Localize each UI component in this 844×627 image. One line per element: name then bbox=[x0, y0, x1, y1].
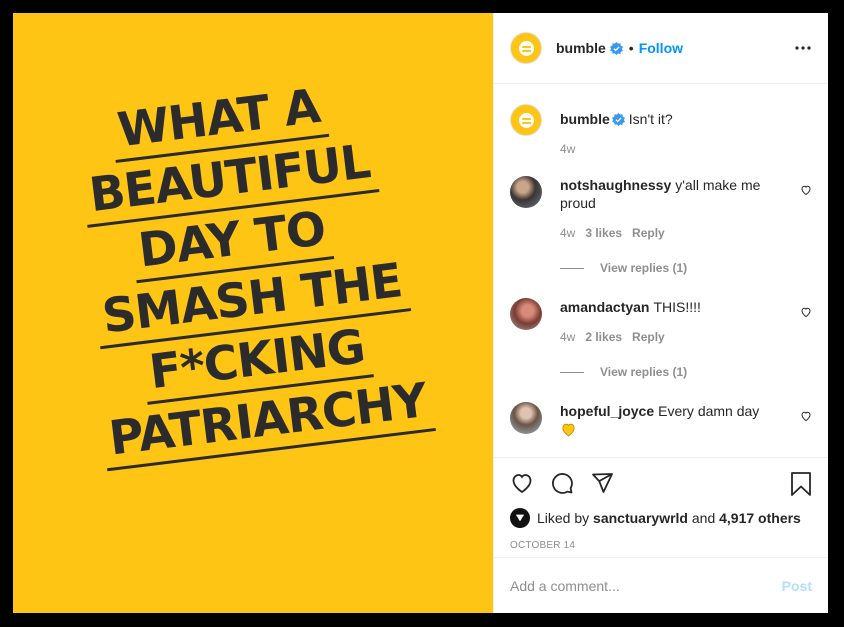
post-actions: Liked by sanctuarywrld and 4,917 others … bbox=[494, 457, 828, 557]
verified-badge-icon bbox=[611, 113, 625, 126]
caption-age[interactable]: 4w bbox=[560, 142, 575, 156]
caption: bumble Isn't it? 4w bbox=[510, 104, 812, 176]
action-icon-row bbox=[510, 468, 812, 498]
comment-body: amandactyan THIS!!!! 4w 2 likes Reply bbox=[560, 298, 780, 344]
add-comment-bar: Post bbox=[494, 557, 828, 613]
comment-text: Every damn day bbox=[658, 403, 760, 419]
post-modal: WHAT A BEAUTIFUL DAY TO SMASH THE F*CKIN… bbox=[13, 13, 828, 613]
caption-text: Isn't it? bbox=[628, 111, 673, 127]
reply-button[interactable]: Reply bbox=[632, 330, 665, 344]
poster-text: WHAT A BEAUTIFUL DAY TO SMASH THE F*CKIN… bbox=[71, 60, 493, 472]
comment-text-row: amandactyan THIS!!!! bbox=[560, 298, 780, 316]
liked-by-prefix: Liked by bbox=[537, 510, 590, 526]
liked-by-row: Liked by sanctuarywrld and 4,917 others bbox=[510, 508, 812, 528]
comment-thread: notshaughnessy y'all make me proud 4w 3 li… bbox=[510, 176, 812, 298]
comment-meta: 4w 3 likes Reply bbox=[560, 226, 780, 240]
reply-button[interactable]: Reply bbox=[632, 226, 665, 240]
comment-input[interactable] bbox=[510, 577, 782, 594]
post-image[interactable]: WHAT A BEAUTIFUL DAY TO SMASH THE F*CKIN… bbox=[13, 13, 493, 613]
liked-by-avatar-icon bbox=[515, 514, 525, 522]
comment-likes[interactable]: 3 likes bbox=[585, 226, 622, 240]
comment-username[interactable]: notshaughnessy bbox=[560, 177, 671, 193]
comment-body: hopeful_joyce Every damn day bbox=[560, 402, 780, 443]
comment-age[interactable]: 4w bbox=[560, 330, 575, 344]
comment-username[interactable]: amandactyan bbox=[560, 299, 649, 315]
liked-by-user[interactable]: sanctuarywrld bbox=[593, 510, 688, 526]
view-replies-button[interactable]: View replies (1) bbox=[560, 261, 812, 275]
like-comment-heart-icon[interactable] bbox=[800, 184, 812, 196]
view-replies-label: View replies (1) bbox=[600, 365, 688, 379]
separator-dot: • bbox=[628, 40, 634, 56]
avatar[interactable] bbox=[510, 298, 542, 330]
comment-likes[interactable]: 2 likes bbox=[585, 330, 622, 344]
more-options-icon[interactable] bbox=[794, 39, 812, 57]
like-heart-icon[interactable] bbox=[510, 471, 534, 495]
comment-age[interactable]: 4w bbox=[560, 226, 575, 240]
verified-badge-icon bbox=[609, 41, 623, 55]
divider-line bbox=[560, 371, 584, 373]
avatar[interactable] bbox=[510, 32, 542, 64]
comment-text-row: notshaughnessy y'all make me proud bbox=[560, 176, 780, 212]
comments-list: bumble Isn't it? 4w notshaughnessy y'all m… bbox=[494, 84, 828, 457]
post-header: bumble • Follow bbox=[494, 13, 828, 84]
avatar[interactable] bbox=[510, 402, 542, 434]
yellow-heart-emoji-icon bbox=[562, 423, 575, 437]
post-comment-button[interactable]: Post bbox=[782, 578, 812, 594]
comment-thread: amandactyan THIS!!!! 4w 2 likes Reply View … bbox=[510, 298, 812, 402]
divider-line bbox=[560, 267, 584, 269]
caption-meta: 4w bbox=[560, 142, 780, 156]
share-send-icon[interactable] bbox=[590, 471, 614, 495]
follow-button[interactable]: Follow bbox=[639, 40, 683, 56]
bumble-logo-icon bbox=[518, 112, 534, 128]
comment-meta: 4w 2 likes Reply bbox=[560, 330, 780, 344]
comment-body: notshaughnessy y'all make me proud 4w 3 li… bbox=[560, 176, 780, 240]
liked-by-text: Liked by sanctuarywrld and 4,917 others bbox=[537, 510, 801, 526]
like-comment-heart-icon[interactable] bbox=[800, 410, 812, 422]
comment: hopeful_joyce Every damn day bbox=[510, 402, 812, 443]
view-replies-button[interactable]: View replies (1) bbox=[560, 365, 812, 379]
bumble-logo-icon bbox=[518, 40, 534, 56]
comment-username[interactable]: hopeful_joyce bbox=[560, 403, 654, 419]
comment: amandactyan THIS!!!! 4w 2 likes Reply bbox=[510, 298, 812, 344]
caption-text-row: bumble Isn't it? bbox=[560, 110, 780, 128]
liked-by-others[interactable]: 4,917 others bbox=[719, 510, 801, 526]
avatar[interactable] bbox=[510, 508, 530, 528]
avatar[interactable] bbox=[510, 104, 542, 136]
caption-username[interactable]: bumble bbox=[560, 111, 610, 127]
avatar[interactable] bbox=[510, 176, 542, 208]
liked-by-and: and bbox=[691, 510, 716, 526]
save-bookmark-icon[interactable] bbox=[790, 472, 812, 496]
post-date[interactable]: OCTOBER 14 bbox=[510, 540, 812, 551]
comment-text: THIS!!!! bbox=[653, 299, 701, 315]
post-sidebar: bumble • Follow bumble Isn't it? 4w nots… bbox=[493, 13, 828, 613]
caption-body: bumble Isn't it? 4w bbox=[560, 104, 780, 176]
comment: notshaughnessy y'all make me proud 4w 3 li… bbox=[510, 176, 812, 240]
view-replies-label: View replies (1) bbox=[600, 261, 688, 275]
comment-text-row: hopeful_joyce Every damn day bbox=[560, 402, 780, 420]
header-username[interactable]: bumble bbox=[556, 40, 606, 56]
comment-bubble-icon[interactable] bbox=[550, 471, 574, 495]
like-comment-heart-icon[interactable] bbox=[800, 306, 812, 318]
